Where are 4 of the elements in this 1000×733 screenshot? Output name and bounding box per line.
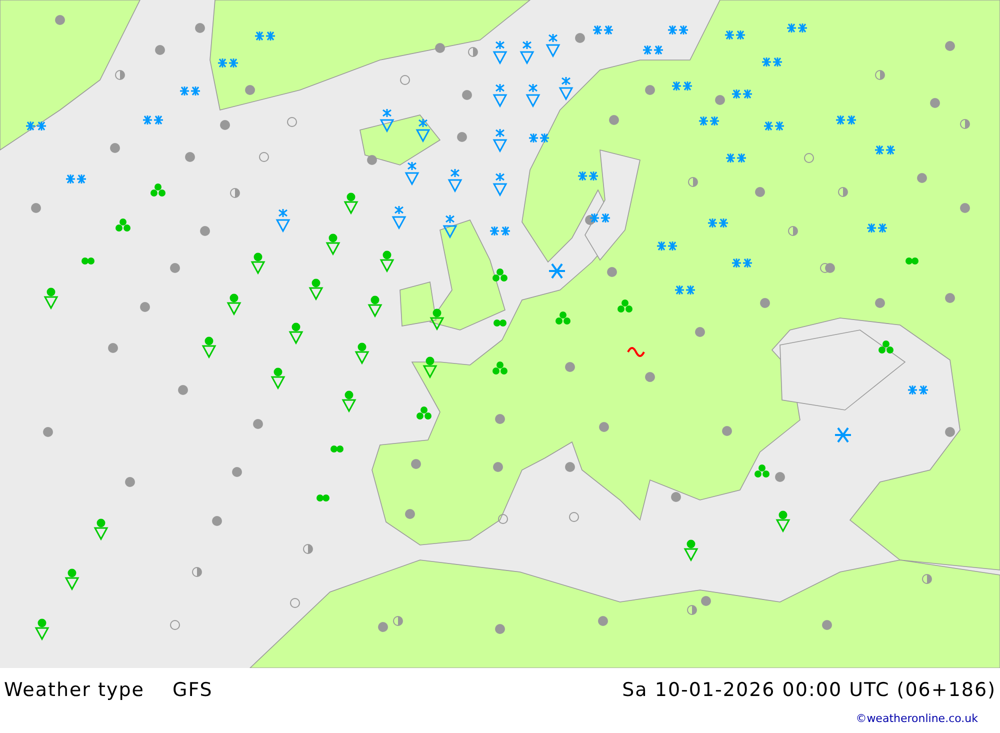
valid-time: Sa 10-01-2026 00:00 UTC (06+186) bbox=[622, 679, 996, 701]
map-title: Weather type bbox=[4, 679, 144, 701]
credit-link[interactable]: ©weatheronline.co.uk bbox=[856, 712, 978, 725]
model-name: GFS bbox=[172, 679, 213, 701]
